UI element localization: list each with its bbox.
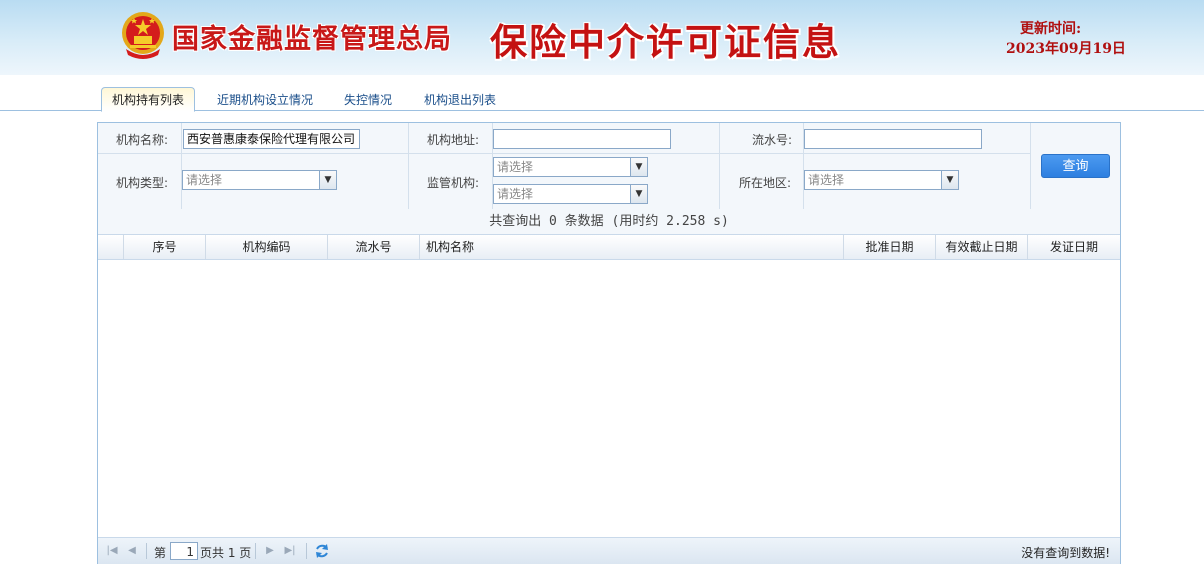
regulator-label: 监管机构:	[427, 176, 480, 190]
column-header-expiry-date[interactable]: 有效截止日期	[936, 235, 1028, 259]
org-address-label: 机构地址:	[427, 133, 480, 147]
page-number-input[interactable]: 1	[170, 542, 198, 560]
divider	[306, 543, 307, 559]
page-prefix: 第	[154, 546, 167, 560]
regulator-select-city[interactable]: 请选择 ▼	[493, 184, 648, 204]
refresh-icon[interactable]	[314, 543, 330, 559]
update-time-label: 更新时间:	[1020, 21, 1082, 37]
next-page-icon[interactable]: ▶	[264, 545, 276, 557]
chevron-down-icon[interactable]: ▼	[630, 158, 647, 176]
regulator-province-value: 请选择	[497, 160, 534, 174]
column-header-issue-date[interactable]: 发证日期	[1028, 235, 1120, 259]
last-page-icon[interactable]: ▶|	[284, 545, 296, 557]
search-form: 机构名称: 西安普惠康泰保险代理有限公司 机构地址: 流水号: 机构类型: 请选…	[98, 123, 1120, 210]
org-name: 国家金融监督管理总局	[172, 24, 452, 55]
region-value: 请选择	[808, 173, 845, 187]
tab-exit-list[interactable]: 机构退出列表	[424, 88, 496, 110]
column-header-org-name[interactable]: 机构名称	[420, 235, 844, 259]
result-summary: 共查询出 0 条数据 (用时约 2.258 s)	[98, 209, 1120, 235]
system-title: 保险中介许可证信息	[490, 20, 841, 64]
table-body	[98, 260, 1120, 537]
chevron-down-icon[interactable]: ▼	[319, 171, 336, 189]
org-type-value: 请选择	[186, 173, 223, 187]
column-header-org-code[interactable]: 机构编码	[206, 235, 328, 259]
chevron-down-icon[interactable]: ▼	[941, 171, 958, 189]
divider	[181, 123, 182, 209]
tab-out-of-control[interactable]: 失控情况	[344, 88, 392, 110]
regulator-select-province[interactable]: 请选择 ▼	[493, 157, 648, 177]
org-address-input[interactable]	[493, 129, 671, 149]
tab-holding-list[interactable]: 机构持有列表	[101, 87, 196, 112]
regulator-city-value: 请选择	[497, 187, 534, 201]
serial-number-label: 流水号:	[752, 133, 793, 147]
column-header-serial[interactable]: 流水号	[328, 235, 420, 259]
divider	[408, 123, 409, 209]
tab-recent-established[interactable]: 近期机构设立情况	[217, 88, 313, 110]
pagination-status: 没有查询到数据!	[1021, 546, 1110, 560]
column-header-approval-date[interactable]: 批准日期	[844, 235, 936, 259]
region-label: 所在地区:	[739, 176, 792, 190]
header-banner: 国家金融监督管理总局 保险中介许可证信息 更新时间: 2023年09月19日	[0, 0, 1204, 75]
first-page-icon[interactable]: |◀	[106, 545, 118, 557]
page-total: 页共 1 页	[200, 546, 252, 560]
query-button[interactable]: 查询	[1041, 154, 1110, 178]
region-select[interactable]: 请选择 ▼	[804, 170, 959, 190]
divider	[1030, 123, 1031, 209]
divider	[146, 543, 147, 559]
org-name-input[interactable]: 西安普惠康泰保险代理有限公司	[183, 129, 360, 149]
divider	[255, 543, 256, 559]
prev-page-icon[interactable]: ◀	[126, 545, 138, 557]
column-header-index[interactable]: 序号	[124, 235, 206, 259]
org-name-label: 机构名称:	[116, 133, 169, 147]
main-panel: 机构名称: 西安普惠康泰保险代理有限公司 机构地址: 流水号: 机构类型: 请选…	[97, 122, 1121, 564]
org-type-select[interactable]: 请选择 ▼	[182, 170, 337, 190]
pagination-bar: |◀ ◀ 第 1 页共 1 页 ▶ ▶| 没有查询到数据!	[98, 537, 1120, 564]
tab-bar: 机构持有列表 近期机构设立情况 失控情况 机构退出列表	[0, 86, 1204, 112]
update-time-value: 2023年09月19日	[1006, 41, 1126, 57]
divider	[98, 153, 1030, 154]
divider	[719, 123, 720, 209]
chevron-down-icon[interactable]: ▼	[630, 185, 647, 203]
national-emblem-icon	[122, 12, 164, 59]
serial-number-input[interactable]	[804, 129, 982, 149]
table-header: 序号 机构编码 流水号 机构名称 批准日期 有效截止日期 发证日期	[98, 235, 1120, 260]
column-header-checkbox[interactable]	[98, 235, 124, 259]
org-type-label: 机构类型:	[116, 176, 169, 190]
